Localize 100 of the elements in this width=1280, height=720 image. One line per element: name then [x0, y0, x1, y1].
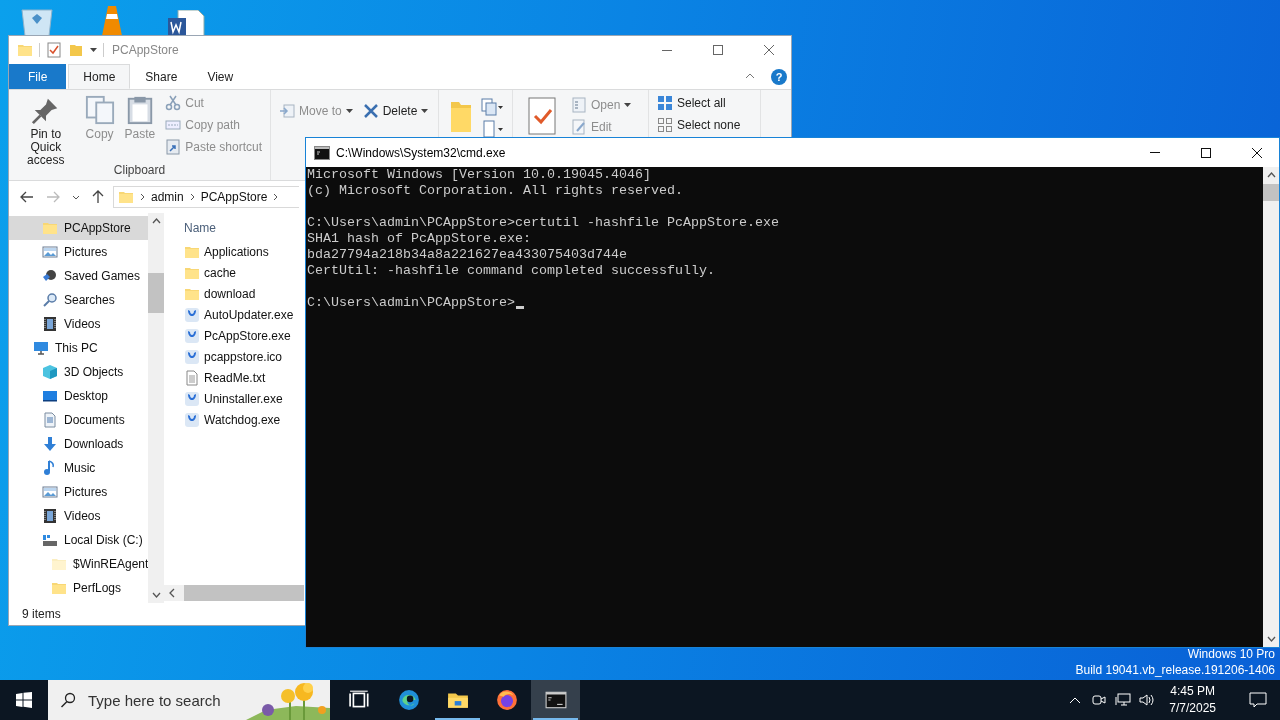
nav-item[interactable]: Pictures [9, 240, 148, 264]
text-cursor [515, 306, 524, 309]
file-item[interactable]: pcappstore.ico [184, 346, 304, 367]
folder-icon [118, 189, 134, 205]
app-icon [184, 327, 200, 344]
delete-icon [362, 103, 379, 119]
nav-item[interactable]: Desktop [9, 384, 148, 408]
maximize-icon [712, 45, 723, 55]
maximize-icon [1200, 147, 1211, 158]
picture-icon [42, 244, 58, 260]
breadcrumb[interactable]: PCAppStore [200, 190, 268, 204]
film-icon [42, 316, 58, 332]
folder-icon [51, 580, 67, 596]
collapse-ribbon-icon[interactable] [745, 73, 755, 79]
ribbon-tab[interactable]: Share [130, 64, 193, 89]
column-header[interactable]: Name [184, 213, 304, 241]
document-icon [42, 412, 58, 428]
shortcut-icon [165, 139, 182, 155]
minimize-icon [661, 49, 672, 51]
help-button[interactable]: ? [771, 69, 787, 85]
file-item[interactable]: ReadMe.txt [184, 367, 304, 388]
film-icon [42, 508, 58, 524]
ribbon-button[interactable]: Select all [653, 92, 745, 114]
forward-arrow-icon [46, 191, 60, 203]
scroll-thumb[interactable] [148, 273, 164, 313]
search-icon [42, 292, 58, 308]
properties-icon[interactable] [525, 96, 559, 136]
nav-item[interactable]: Saved Games [9, 264, 148, 288]
app-icon [184, 348, 200, 365]
ribbon-tab[interactable]: View [192, 64, 249, 89]
chevron-icon [140, 193, 145, 201]
edit-icon [571, 119, 587, 135]
nav-item[interactable]: PerfLogs [9, 576, 148, 600]
folder-icon [17, 42, 33, 58]
download-icon [42, 436, 58, 452]
chevron-down-icon [72, 194, 80, 200]
terminal-line: Microsoft Windows [Version 10.0.19045.4046] [307, 167, 651, 182]
scrollbar[interactable] [148, 213, 164, 603]
nav-item[interactable]: $WinREAgent [9, 552, 148, 576]
status-text: 9 items [21, 606, 62, 623]
properties-icon[interactable] [46, 42, 62, 58]
ribbon-tab[interactable]: File [9, 64, 67, 89]
scrollbar[interactable] [1263, 167, 1279, 647]
file-item[interactable]: download [184, 283, 304, 304]
search-icon [60, 692, 76, 708]
nav-item[interactable]: PCAppStore [9, 216, 148, 240]
easy-access-icon[interactable] [481, 120, 503, 138]
close-icon [1251, 147, 1262, 158]
up-arrow-icon [92, 190, 104, 204]
volume-icon [1139, 693, 1156, 707]
file-item[interactable]: Uninstaller.exe [184, 388, 304, 409]
nav-item[interactable]: Videos [9, 504, 148, 528]
file-item[interactable]: cache [184, 262, 304, 283]
file-item[interactable]: AutoUpdater.exe [184, 304, 304, 325]
ribbon-button[interactable]: Pin to Quick access [13, 92, 79, 170]
nav-item[interactable]: Videos [9, 312, 148, 336]
ribbon-tab[interactable]: Home [68, 64, 131, 89]
caret-icon [345, 109, 353, 113]
file-item[interactable]: Watchdog.exe [184, 409, 304, 430]
nav-item[interactable]: This PC [9, 336, 148, 360]
select-none-icon [657, 117, 673, 133]
breadcrumb[interactable]: admin [151, 190, 184, 204]
ribbon-button[interactable]: Select none [653, 114, 745, 136]
nav-item[interactable]: Music [9, 456, 148, 480]
address-bar[interactable]: admin PCAppStore [113, 186, 299, 208]
group-label: Clipboard [112, 162, 167, 179]
caret-icon [421, 109, 429, 113]
search-box[interactable]: Type here to search [48, 680, 330, 720]
close-icon [763, 45, 774, 55]
caret-icon [624, 103, 632, 107]
nav-item[interactable]: 3D Objects [9, 360, 148, 384]
taskbar-button[interactable] [531, 680, 580, 720]
camera-icon [1092, 693, 1107, 707]
desktop-icon [42, 388, 58, 404]
nav-item[interactable]: Pictures [9, 480, 148, 504]
terminal-line: C:\Users\admin\PCAppStore> [307, 295, 515, 310]
text-file-icon [184, 369, 200, 386]
back-arrow-icon [20, 191, 34, 203]
copy-icon [84, 95, 115, 125]
new-item-icon[interactable] [481, 98, 503, 116]
minimize-icon [1149, 152, 1160, 153]
nav-item[interactable]: Documents [9, 408, 148, 432]
caret-icon [90, 48, 97, 52]
document-icon[interactable] [166, 10, 206, 36]
ribbon-button[interactable]: Delete [358, 100, 433, 122]
file-item[interactable]: PcAppStore.exe [184, 325, 304, 346]
select-all-icon [657, 95, 673, 111]
copy-path-icon [165, 117, 182, 133]
file-item[interactable]: Applications [184, 241, 304, 262]
terminal-line: CertUtil: -hashfile command completed successfully. [307, 263, 715, 278]
terminal-icon [544, 689, 567, 711]
terminal-line: bda27794a218b34a8a221627ea433075403d744e [307, 247, 627, 262]
terminal-line: SHA1 hash of PcAppStore.exe: [307, 231, 531, 246]
clock[interactable]: 4:45 PM 7/7/2025 [1159, 683, 1226, 717]
nav-item[interactable]: Downloads [9, 432, 148, 456]
app-icon [184, 390, 200, 407]
nav-item[interactable]: Local Disk (C:) [9, 528, 148, 552]
scroll-thumb[interactable] [1263, 184, 1279, 201]
edition-text: Windows 10 Pro [1186, 646, 1275, 662]
nav-item[interactable]: Searches [9, 288, 148, 312]
